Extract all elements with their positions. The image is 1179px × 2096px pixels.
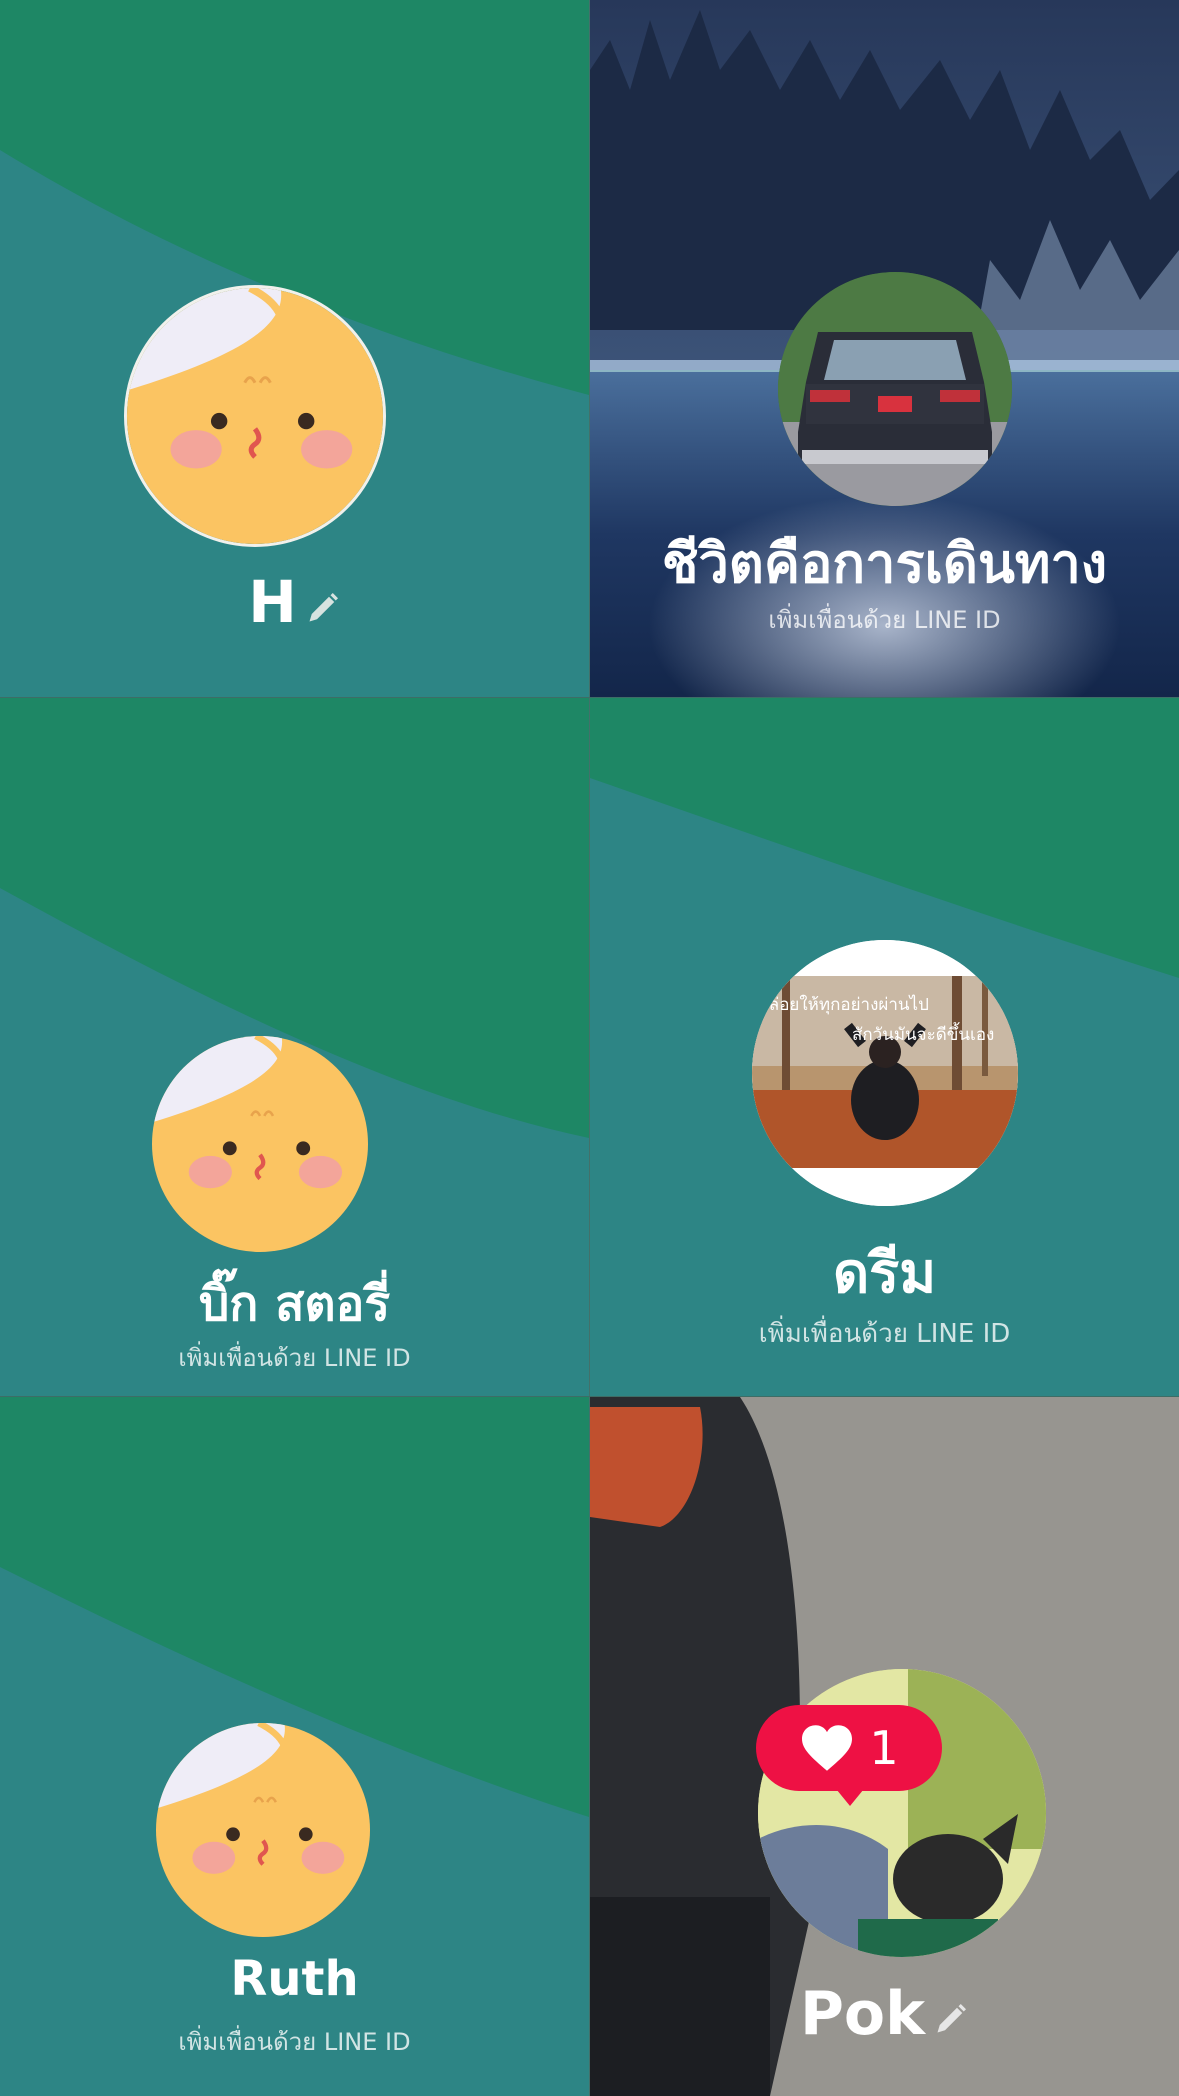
like-badge-tail bbox=[832, 1784, 868, 1806]
heart-icon bbox=[802, 1725, 853, 1771]
profile-name: ดรีม bbox=[832, 1241, 937, 1306]
line-id-hint[interactable]: เพิ่มเพื่อนด้วย LINE ID bbox=[590, 1313, 1179, 1354]
profile-card-h[interactable]: H bbox=[0, 0, 589, 697]
pencil-icon[interactable] bbox=[933, 1982, 969, 2052]
grid-divider-vertical bbox=[589, 0, 590, 2096]
profile-card-dream[interactable]: ปล่อยให้ทุกอย่างผ่านไป สักวันมันจะดีขึ้น… bbox=[590, 698, 1179, 1396]
grid-divider-horizontal bbox=[0, 697, 1179, 698]
car-photo bbox=[778, 272, 1012, 506]
profile-card-ruth[interactable]: Ruth เพิ่มเพื่อนด้วย LINE ID bbox=[0, 1397, 589, 2096]
photo-avatar[interactable]: ปล่อยให้ทุกอย่างผ่านไป สักวันมันจะดีขึ้น… bbox=[752, 940, 1018, 1206]
autumn-photo: ปล่อยให้ทุกอย่างผ่านไป สักวันมันจะดีขึ้น… bbox=[752, 940, 1018, 1206]
grid-divider-horizontal bbox=[0, 1396, 1179, 1397]
line-id-hint[interactable]: เพิ่มเพื่อนด้วย LINE ID bbox=[0, 1338, 589, 1377]
profile-card-travel[interactable]: ชีวิตคือการเดินทาง เพิ่มเพื่อนด้วย LINE … bbox=[590, 0, 1179, 697]
profile-name: Ruth bbox=[230, 1951, 359, 2007]
profile-name: ชีวิตคือการเดินทาง bbox=[661, 532, 1108, 595]
profile-card-big-story[interactable]: บิ๊ก สตอรี่ เพิ่มเพื่อนด้วย LINE ID bbox=[0, 698, 589, 1396]
like-badge[interactable]: 1 bbox=[756, 1705, 942, 1791]
profile-grid: H ชีวิตคือการเดินทาง เพิ่มเพื่อนด้วย LIN… bbox=[0, 0, 1179, 2096]
default-avatar[interactable] bbox=[156, 1723, 370, 1937]
profile-name: H bbox=[0, 568, 589, 640]
avatar-caption-line1: ปล่อยให้ทุกอย่างผ่านไป bbox=[758, 994, 929, 1015]
profile-name: บิ๊ก สตอรี่ bbox=[198, 1276, 391, 1332]
car-avatar[interactable] bbox=[778, 272, 1012, 506]
like-count: 1 bbox=[869, 1721, 899, 1775]
pencil-icon[interactable] bbox=[305, 572, 341, 640]
line-id-hint[interactable]: เพิ่มเพื่อนด้วย LINE ID bbox=[0, 2022, 589, 2061]
face-icon bbox=[152, 1036, 368, 1252]
default-avatar[interactable] bbox=[124, 285, 386, 547]
avatar-caption-line2: สักวันมันจะดีขึ้นเอง bbox=[852, 1022, 994, 1045]
face-icon bbox=[127, 288, 383, 544]
face-icon bbox=[156, 1723, 370, 1937]
line-id-hint[interactable]: เพิ่มเพื่อนด้วย LINE ID bbox=[590, 600, 1179, 639]
profile-name: Pok bbox=[590, 1979, 1179, 2052]
default-avatar[interactable] bbox=[152, 1036, 368, 1252]
